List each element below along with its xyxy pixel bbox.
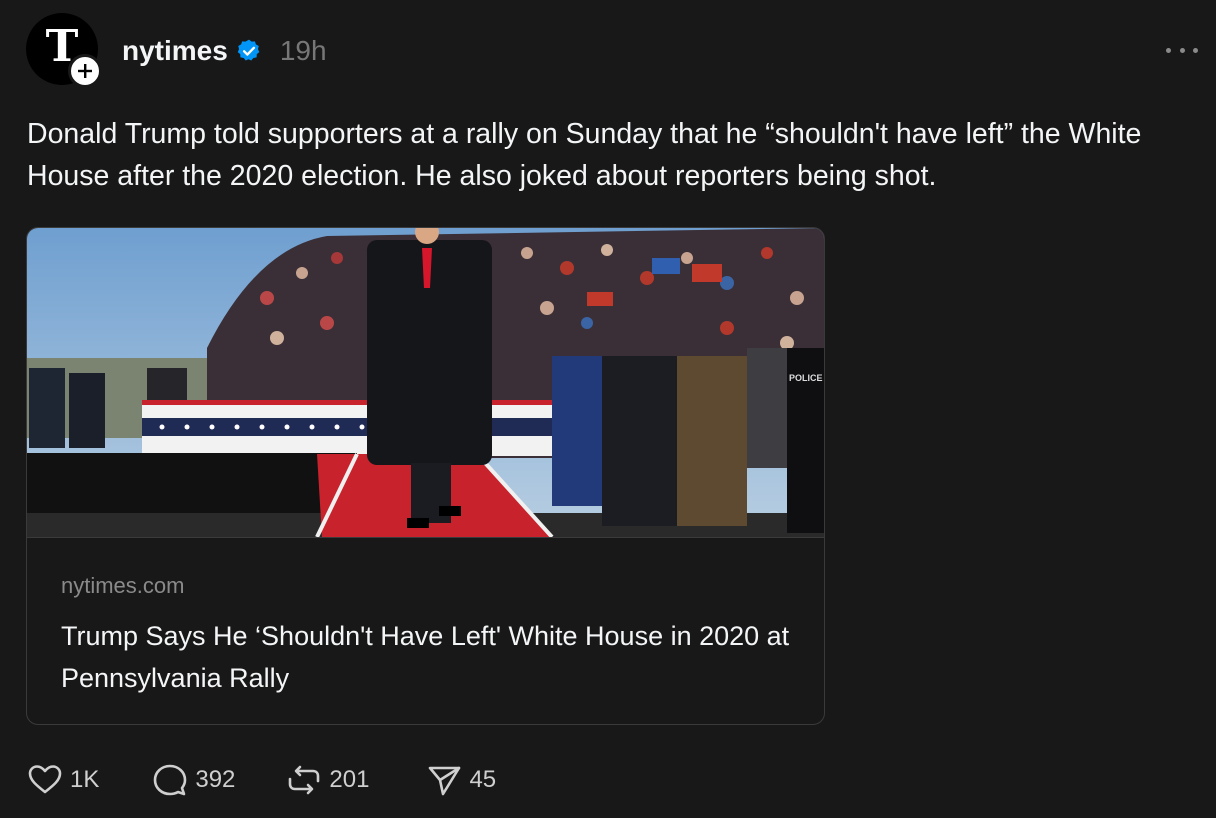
share-count: 45: [469, 766, 497, 793]
verified-badge-icon: [237, 39, 260, 61]
card-divider: [27, 537, 824, 538]
heart-icon: [28, 765, 62, 794]
link-domain: nytimes.com: [61, 573, 185, 598]
share-button[interactable]: 45: [425, 760, 496, 800]
police-label: POLICE: [789, 373, 823, 383]
repost-icon: [289, 765, 320, 795]
like-button[interactable]: 1K: [26, 760, 99, 800]
username[interactable]: nytimes: [122, 35, 228, 67]
dot-icon: [1166, 47, 1171, 53]
plus-icon: [78, 64, 92, 78]
comment-icon: [154, 764, 187, 796]
repost-count: 201: [329, 766, 370, 793]
reply-button[interactable]: 392: [151, 760, 235, 800]
link-preview-card[interactable]: POLICE nytimes.com Trump Says He ‘Should…: [26, 227, 825, 725]
repost-button[interactable]: 201: [285, 760, 369, 800]
reply-count: 392: [195, 766, 236, 793]
dot-icon: [1179, 47, 1185, 53]
post-timestamp[interactable]: 19h: [280, 35, 327, 67]
dot-icon: [1193, 47, 1198, 53]
send-icon: [429, 766, 461, 796]
article-photo: POLICE: [27, 228, 824, 537]
link-title: Trump Says He ‘Shouldn't Have Left' Whit…: [61, 621, 790, 693]
thread-post: T nytimes 19h Donald Trump told supporte…: [0, 0, 1216, 818]
post-header: nytimes 19h: [122, 32, 327, 70]
post-text: Donald Trump told supporters at a rally …: [27, 118, 1142, 192]
action-bar: 1K 392 201 45: [26, 760, 496, 800]
follow-button[interactable]: [68, 54, 102, 88]
more-options-button[interactable]: [1166, 38, 1198, 62]
like-count: 1K: [70, 766, 100, 793]
